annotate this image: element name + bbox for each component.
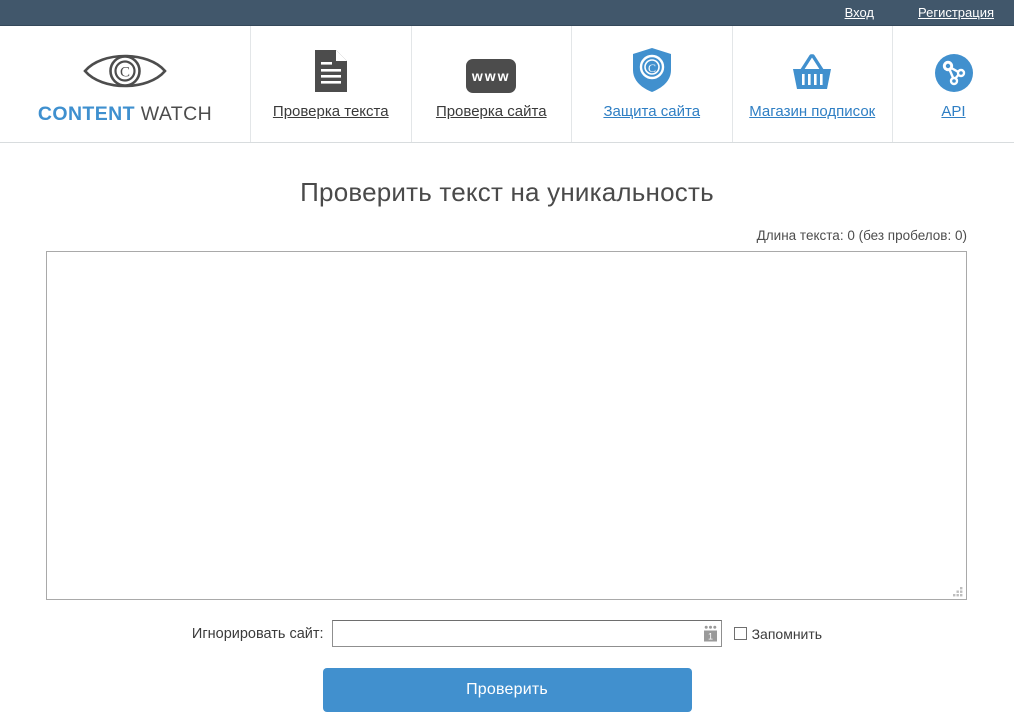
nav-label-text-check: Проверка текста: [272, 102, 389, 120]
ignore-site-row: Игнорировать сайт: 1 Запомнить: [0, 620, 1014, 647]
api-network-icon: [934, 47, 974, 93]
nav-label-site-protection: Защита сайта: [603, 102, 701, 120]
textarea-container: [46, 251, 967, 600]
shopping-basket-icon: [789, 47, 835, 93]
remember-label: Запомнить: [751, 625, 823, 642]
main-navigation: C CONTENT WATCH Проверка текста www Пров…: [0, 26, 1014, 143]
login-link[interactable]: Вход: [845, 6, 874, 19]
eye-copyright-icon: C: [82, 48, 168, 99]
top-utility-bar: Вход Регистрация: [0, 0, 1014, 26]
brand-text-content: CONTENT: [37, 103, 135, 125]
nav-item-subscription-store[interactable]: Магазин подписок: [731, 26, 893, 142]
page-title: Проверить текст на уникальность: [300, 177, 714, 207]
nav-label-subscription-store: Магазин подписок: [749, 102, 876, 120]
nav-label-api: API: [941, 102, 966, 120]
main-content: Проверить текст на уникальность Длина те…: [0, 177, 1014, 712]
brand-text: CONTENT WATCH: [38, 103, 212, 126]
nav-item-text-check[interactable]: Проверка текста: [250, 26, 411, 142]
nav-item-site-protection[interactable]: C Защита сайта: [571, 26, 732, 142]
submit-row: Проверить: [0, 668, 1014, 712]
text-length-info: Длина текста: 0 (без пробелов: 0): [756, 228, 967, 243]
ignore-site-field-wrapper: 1: [331, 620, 722, 647]
nav-item-api[interactable]: API: [892, 26, 1014, 142]
brand-text-watch: WATCH: [140, 103, 213, 125]
text-input-area[interactable]: [46, 251, 967, 600]
brand-logo[interactable]: C CONTENT WATCH: [0, 26, 250, 142]
svg-text:C: C: [120, 65, 130, 81]
nav-item-site-check[interactable]: www Проверка сайта: [410, 26, 572, 142]
check-button[interactable]: Проверить: [322, 668, 692, 712]
remember-checkbox[interactable]: [733, 627, 747, 640]
www-icon: www: [466, 47, 517, 93]
register-link[interactable]: Регистрация: [918, 6, 994, 19]
ignore-site-input[interactable]: [331, 620, 722, 647]
ignore-site-label: Игнорировать сайт:: [191, 625, 324, 642]
shield-copyright-icon: C: [631, 47, 673, 93]
document-icon: [313, 47, 349, 93]
nav-label-site-check: Проверка сайта: [435, 102, 547, 120]
svg-text:C: C: [648, 61, 656, 75]
remember-checkbox-group[interactable]: Запомнить: [733, 625, 823, 642]
